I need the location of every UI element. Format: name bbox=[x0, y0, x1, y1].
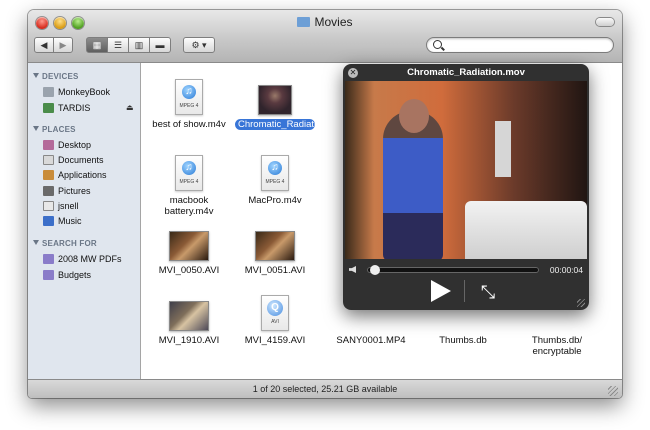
sidebar-item-music[interactable]: Music bbox=[43, 214, 82, 228]
desktop-icon bbox=[43, 140, 54, 150]
sidebar-header-devices[interactable]: DEVICES bbox=[33, 72, 79, 81]
icon-view-button[interactable]: ▦ bbox=[86, 37, 108, 53]
file-mvi-4159[interactable]: Q AVI MVI_4159.AVI bbox=[235, 291, 315, 346]
music-icon bbox=[43, 216, 54, 226]
window-title: Movies bbox=[28, 15, 622, 29]
disclosure-triangle-icon bbox=[33, 240, 39, 245]
status-bar: 1 of 20 selected, 25.21 GB available bbox=[28, 379, 622, 398]
resize-grip-icon[interactable] bbox=[577, 299, 585, 307]
quicklook-panel: ✕ Chromatic_Radiation.mov 00:00:04 ⤡ bbox=[343, 64, 589, 310]
documents-icon bbox=[43, 155, 54, 165]
file-best-of-show[interactable]: ♫ MPEG 4 best of show.m4v bbox=[149, 75, 229, 130]
sidebar-item-jsnell[interactable]: jsnell bbox=[43, 199, 79, 213]
file-macbook-battery[interactable]: ♫ MPEG 4 macbook battery.m4v bbox=[149, 151, 229, 217]
forward-button[interactable]: ▶ bbox=[53, 37, 73, 53]
sidebar-item-pictures[interactable]: Pictures bbox=[43, 184, 91, 198]
laptop-icon bbox=[43, 87, 54, 97]
mpeg4-file-icon: ♫ MPEG 4 bbox=[175, 155, 203, 191]
file-mvi-0051[interactable]: MVI_0051.AVI bbox=[235, 221, 315, 276]
video-thumbnail bbox=[169, 301, 209, 331]
eject-icon[interactable]: ⏏ bbox=[126, 103, 134, 112]
action-menu-button[interactable]: ⚙ ▾ bbox=[183, 37, 215, 53]
sidebar-item-desktop[interactable]: Desktop bbox=[43, 138, 91, 152]
quicktime-icon: Q bbox=[267, 300, 283, 316]
mpeg4-file-icon: ♫ MPEG 4 bbox=[261, 155, 289, 191]
playback-controls: 00:00:04 bbox=[349, 264, 583, 276]
sidebar-header-places[interactable]: PLACES bbox=[33, 125, 76, 134]
sidebar: DEVICES MonkeyBook TARDIS ⏏ PLACES Deskt… bbox=[28, 63, 141, 379]
status-text: 1 of 20 selected, 25.21 GB available bbox=[252, 384, 398, 394]
resize-grip-icon[interactable] bbox=[608, 386, 618, 396]
quicklook-title: Chromatic_Radiation.mov bbox=[407, 67, 525, 78]
sidebar-item-budgets[interactable]: Budgets bbox=[43, 268, 91, 282]
folder-icon bbox=[297, 17, 311, 27]
sidebar-item-documents[interactable]: Documents bbox=[43, 153, 104, 167]
toolbar: Movies ◀ ▶ ▦ ☰ ▥ ▬ ⚙ ▾ bbox=[28, 10, 622, 63]
mpeg4-file-icon: ♫ MPEG 4 bbox=[175, 79, 203, 115]
sidebar-item-monkeybook[interactable]: MonkeyBook bbox=[43, 85, 110, 99]
divider bbox=[464, 280, 465, 302]
drive-icon bbox=[43, 103, 54, 113]
sidebar-item-applications[interactable]: Applications bbox=[43, 168, 107, 182]
smart-folder-icon bbox=[43, 270, 54, 280]
pictures-icon bbox=[43, 186, 54, 196]
scrubber-track[interactable] bbox=[367, 265, 539, 275]
file-chromatic-radiation[interactable]: Chromatic_Radiation.mov bbox=[235, 75, 347, 130]
fullscreen-icon[interactable]: ⤡ bbox=[477, 281, 499, 303]
file-mvi-0050[interactable]: MVI_0050.AVI bbox=[149, 221, 229, 276]
music-note-icon: ♫ bbox=[268, 161, 282, 175]
column-view-button[interactable]: ▥ bbox=[128, 37, 150, 53]
search-input[interactable] bbox=[447, 39, 607, 51]
search-field[interactable] bbox=[426, 37, 614, 53]
file-macpro[interactable]: ♫ MPEG 4 MacPro.m4v bbox=[235, 151, 315, 206]
scrubber-knob[interactable] bbox=[370, 265, 381, 275]
music-note-icon: ♫ bbox=[182, 85, 196, 99]
file-mvi-1910[interactable]: MVI_1910.AVI bbox=[149, 291, 229, 346]
video-thumbnail bbox=[169, 231, 209, 261]
disclosure-triangle-icon bbox=[33, 73, 39, 78]
search-icon bbox=[433, 40, 442, 49]
disclosure-triangle-icon bbox=[33, 126, 39, 131]
time-display: 00:00:04 bbox=[549, 265, 583, 275]
list-view-button[interactable]: ☰ bbox=[107, 37, 129, 53]
video-thumbnail bbox=[255, 231, 295, 261]
toolbar-toggle-button[interactable] bbox=[596, 18, 614, 26]
sidebar-item-2008-mw-pdfs[interactable]: 2008 MW PDFs bbox=[43, 252, 122, 266]
video-preview[interactable] bbox=[345, 81, 587, 259]
speaker-icon[interactable] bbox=[349, 266, 356, 273]
video-thumbnail bbox=[258, 85, 292, 115]
applications-icon bbox=[43, 170, 54, 180]
back-button[interactable]: ◀ bbox=[34, 37, 54, 53]
sidebar-header-search[interactable]: SEARCH FOR bbox=[33, 239, 97, 248]
sidebar-item-tardis[interactable]: TARDIS bbox=[43, 101, 90, 115]
avi-file-icon: Q AVI bbox=[261, 295, 289, 331]
music-note-icon: ♫ bbox=[182, 161, 196, 175]
home-icon bbox=[43, 201, 54, 211]
play-button[interactable] bbox=[431, 280, 451, 302]
coverflow-view-button[interactable]: ▬ bbox=[149, 37, 171, 53]
smart-folder-icon bbox=[43, 254, 54, 264]
